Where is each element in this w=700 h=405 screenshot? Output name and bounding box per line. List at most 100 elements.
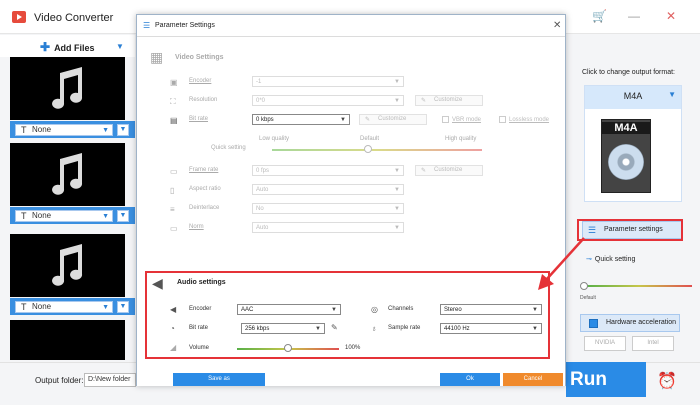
vbr-mode-checkbox[interactable]: VBR mode [442,116,481,123]
aspect-ratio-icon: ▯ [170,186,175,195]
format-name: M4A [623,91,643,101]
video-item[interactable]: T None ▼ ▼ [10,57,135,138]
video-encoder-label: Encoder [189,78,212,84]
app-title: Video Converter [34,12,114,24]
save-as-button[interactable]: Save as [173,373,265,386]
pencil-icon: ✎ [365,117,371,123]
parameter-settings-highlight [577,219,683,241]
hardware-acceleration-toggle[interactable]: Hardware acceleration [580,314,680,332]
subtitle-row: T None ▼ ▼ [10,298,135,315]
output-folder-label: Output folder: [35,376,84,385]
disc-icon [608,144,644,180]
frame-rate-icon: ▭ [170,167,178,176]
quick-setting: ⊸ Quick setting [586,255,635,263]
chevron-down-icon: ▼ [394,79,400,85]
resolution-value: 0*0 [256,98,266,104]
video-quick-setting-label: Quick setting [211,145,246,151]
minimize-icon[interactable]: — [628,9,640,23]
video-settings-heading: Video Settings [175,54,224,61]
output-format-hint: Click to change output format: [582,69,675,76]
plus-icon: ✚ [40,40,51,54]
aspect-ratio-value: Auto [256,187,269,193]
lossless-mode-checkbox[interactable]: Lossless mode [499,116,549,123]
resolution-label: Resolution [189,97,218,103]
music-note-icon [52,244,83,286]
add-files-button[interactable]: ✚ Add Files [40,40,95,54]
default-label: Default [580,295,596,301]
sliders-icon: ☰ [143,21,151,30]
chevron-down-icon: ▼ [102,304,109,311]
video-bitrate-select[interactable]: 0 kbps ▼ [252,114,350,125]
resolution-select[interactable]: 0*0 ▼ [252,95,404,106]
ok-button[interactable]: Ok [440,373,500,386]
nvidia-badge: NVIDIA [584,336,626,351]
frame-rate-select[interactable]: 0 fps ▼ [252,165,404,176]
resolution-customize-button[interactable]: ✎ Customize [415,95,483,106]
red-arrow-icon [538,237,585,290]
aspect-ratio-label: Aspect ratio [189,186,221,192]
vbr-mode-label: VBR mode [452,117,482,124]
video-item[interactable]: T None ▼ ▼ [10,143,135,224]
deinterlace-select[interactable]: No ▼ [252,203,404,214]
video-bitrate-label: Bit rate [189,116,209,122]
video-item[interactable] [10,320,134,360]
audio-track-select[interactable]: ▼ [117,210,129,222]
thumbnail [10,143,125,206]
video-quality-slider[interactable] [272,149,482,151]
format-header: M4A ▼ [585,86,681,109]
add-files-dropdown-icon[interactable]: ▼ [116,42,124,51]
audio-settings-highlight [145,271,550,359]
output-format-box[interactable]: M4A ▼ M4A [584,85,682,202]
frame-rate-customize-button[interactable]: ✎ Customize [415,165,483,176]
video-encoder-value: -1 [256,79,262,85]
audio-track-select[interactable]: ▼ [117,301,129,313]
text-icon: T [21,211,27,221]
hw-accel-label: Hardware acceleration [606,319,677,326]
subtitle-value: None [32,211,52,220]
video-quality-knob[interactable] [364,145,372,153]
cancel-button[interactable]: Cancel [503,373,563,386]
chevron-down-icon: ▼ [668,90,676,99]
chevron-down-icon: ▼ [394,225,400,231]
bitrate-customize-button[interactable]: ✎ Customize [359,114,427,125]
low-quality-label: Low quality [259,136,290,142]
norm-select[interactable]: Auto ▼ [252,222,404,233]
close-icon[interactable]: ✕ [553,20,561,31]
text-icon: T [21,302,27,312]
thumbnail [10,234,125,297]
output-folder-field[interactable]: D:\New folder [84,373,136,387]
video-settings-icon: ▦ [150,49,164,65]
frame-rate-value: 0 fps [256,168,270,174]
norm-value: Auto [256,225,269,231]
bitrate-icon: ▤ [170,116,178,125]
subtitle-select[interactable]: T None ▼ [15,301,113,313]
audio-track-select[interactable]: ▼ [117,124,129,136]
subtitle-select[interactable]: T None ▼ [15,124,113,136]
checkbox-icon [589,319,598,328]
alarm-clock-icon[interactable]: ⏰ [657,371,677,391]
subtitle-select[interactable]: T None ▼ [15,210,113,222]
deinterlace-label: Deinterlace [189,205,220,211]
music-note-icon [52,153,83,195]
subtitle-value: None [32,302,52,311]
dialog-title-bar: ☰ Parameter Settings ✕ [137,15,565,37]
deinterlace-value: No [256,206,264,212]
subtitle-row: T None ▼ ▼ [10,121,135,138]
video-item[interactable]: T None ▼ ▼ [10,234,135,315]
quick-setting-label: Quick setting [594,256,636,263]
text-icon: T [21,125,27,135]
run-button[interactable]: Run [566,362,646,397]
video-encoder-select[interactable]: -1 ▼ [252,76,404,87]
norm-icon: ▭ [170,224,178,233]
thumbnail [10,320,125,360]
quality-slider[interactable] [586,285,692,287]
close-icon[interactable]: ✕ [666,9,676,23]
deinterlace-icon: ≡ [170,205,175,214]
thumbnail [10,57,125,120]
cart-icon[interactable]: 🛒 [592,9,607,23]
chevron-down-icon: ▼ [102,213,109,220]
high-quality-label: High quality [445,136,477,142]
checkbox-icon [442,116,449,123]
aspect-ratio-select[interactable]: Auto ▼ [252,184,404,195]
default-quality-label: Default [360,136,380,142]
